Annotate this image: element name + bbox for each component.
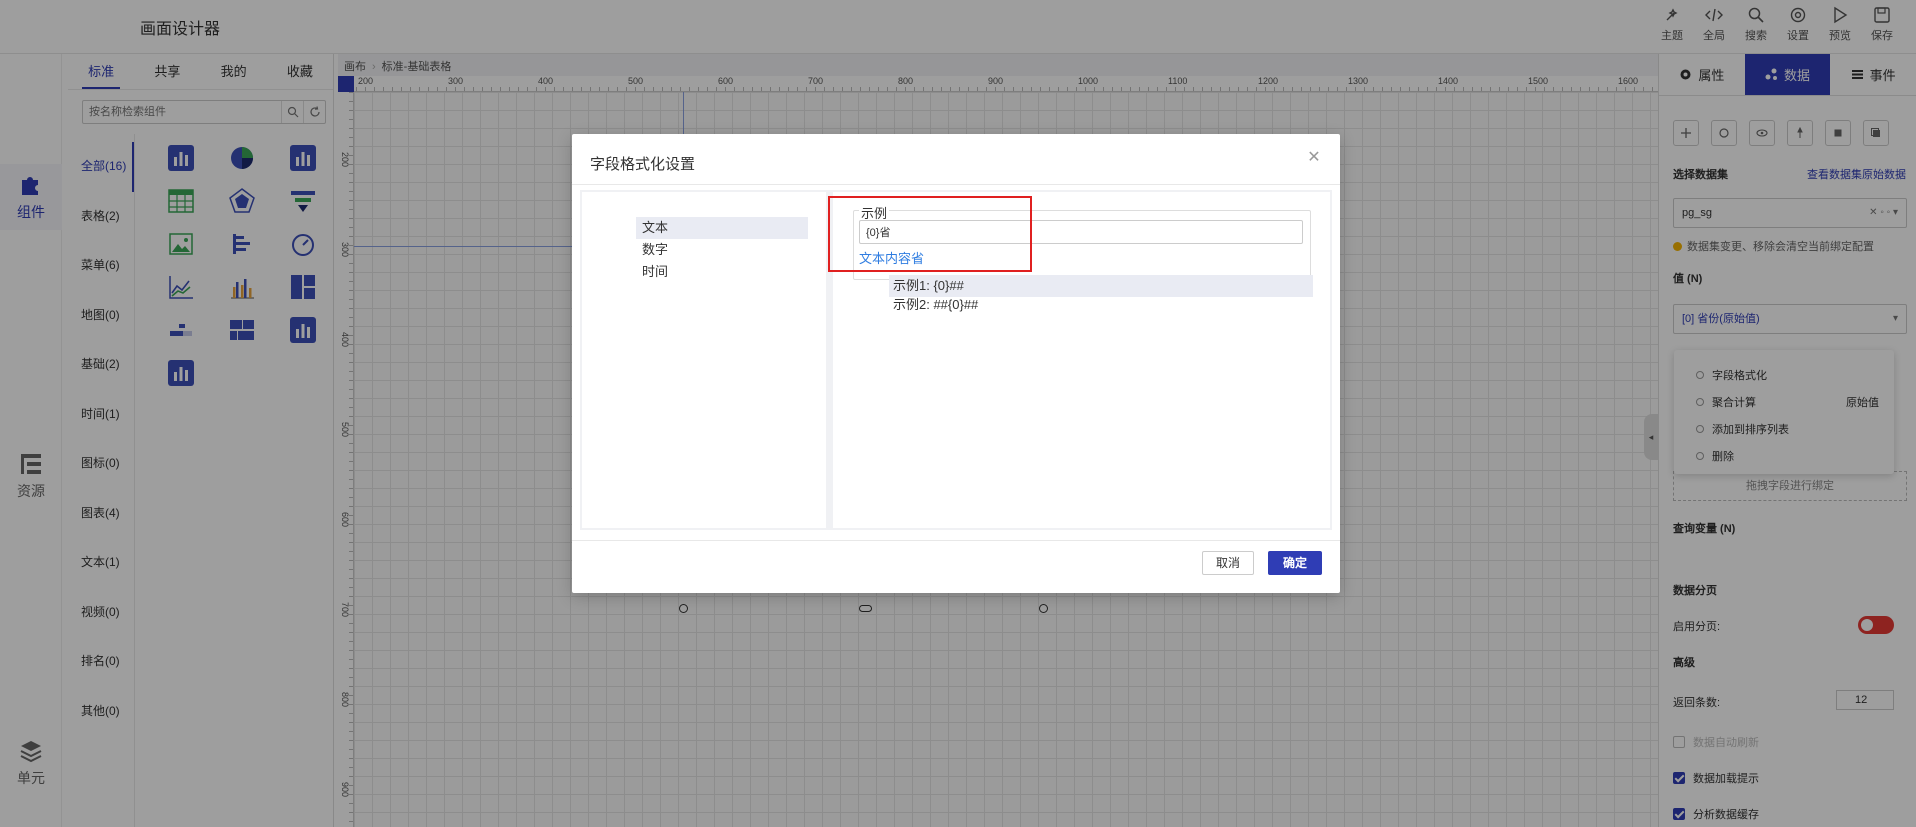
dialog-title: 字段格式化设置 bbox=[590, 156, 696, 173]
format-type-time[interactable]: 时间 bbox=[636, 261, 808, 283]
close-icon[interactable]: ✕ bbox=[1306, 150, 1322, 166]
cancel-button[interactable]: 取消 bbox=[1202, 551, 1254, 575]
format-type-number[interactable]: 数字 bbox=[636, 239, 808, 261]
divider bbox=[572, 184, 1340, 185]
divider bbox=[572, 540, 1340, 541]
example-item[interactable]: 示例2: ##{0}## bbox=[889, 294, 1313, 316]
format-type-pane: 文本 数字 时间 bbox=[582, 192, 826, 528]
format-type-text[interactable]: 文本 bbox=[636, 217, 808, 239]
highlight-annotation bbox=[828, 196, 1032, 272]
confirm-button[interactable]: 确定 bbox=[1268, 551, 1322, 575]
